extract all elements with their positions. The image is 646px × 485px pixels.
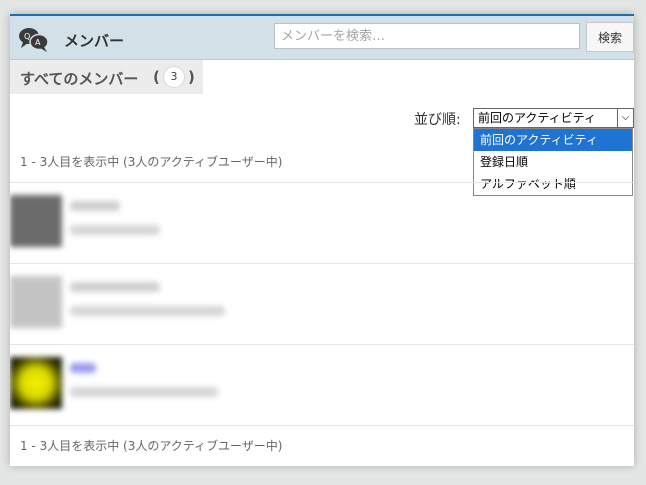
count-paren-open: (	[153, 68, 160, 86]
results-summary-top: 1 - 3人目を表示中 (3人のアクティブユーザー中)	[20, 155, 283, 169]
member-meta-redacted	[70, 387, 218, 397]
header-bar: Q A メンバー 検索	[10, 14, 634, 60]
tab-label: すべてのメンバー	[20, 70, 139, 88]
page-title: メンバー	[64, 32, 125, 50]
search-input[interactable]	[274, 23, 580, 49]
svg-text:A: A	[35, 38, 41, 47]
member-meta-redacted	[70, 306, 225, 316]
avatar[interactable]	[10, 276, 62, 328]
member-row[interactable]	[10, 183, 634, 263]
member-name-redacted[interactable]	[70, 282, 160, 292]
sort-select[interactable]: 前回のアクティビティ ⌵	[473, 108, 634, 128]
member-meta-redacted	[70, 225, 160, 235]
results-summary-bottom: 1 - 3人目を表示中 (3人のアクティブユーザー中)	[20, 439, 283, 453]
sort-selected-value: 前回のアクティビティ	[478, 111, 596, 125]
count-paren-close: )	[188, 68, 195, 86]
svg-text:Q: Q	[24, 32, 30, 41]
tab-all-members[interactable]: すべてのメンバー ( 3 )	[10, 60, 203, 94]
search-button[interactable]: 検索	[586, 22, 634, 52]
member-name-redacted[interactable]	[70, 201, 120, 211]
chevron-down-icon[interactable]: ⌵	[617, 109, 633, 127]
avatar[interactable]	[10, 195, 62, 247]
member-row[interactable]	[10, 264, 634, 344]
member-name-redacted[interactable]	[70, 363, 96, 373]
member-count-badge: 3	[163, 66, 185, 88]
sort-option-last-activity[interactable]: 前回のアクティビティ	[474, 129, 632, 151]
sort-label: 並び順:	[414, 112, 461, 128]
chat-bubbles-icon: Q A	[19, 28, 49, 52]
sort-option-registration-date[interactable]: 登録日順	[474, 151, 632, 173]
divider	[10, 425, 634, 426]
avatar[interactable]	[10, 357, 62, 409]
member-row[interactable]	[10, 345, 634, 425]
members-panel: Q A メンバー 検索 すべてのメンバー ( 3 ) 並び順: 前回のアクティビ…	[10, 14, 634, 466]
